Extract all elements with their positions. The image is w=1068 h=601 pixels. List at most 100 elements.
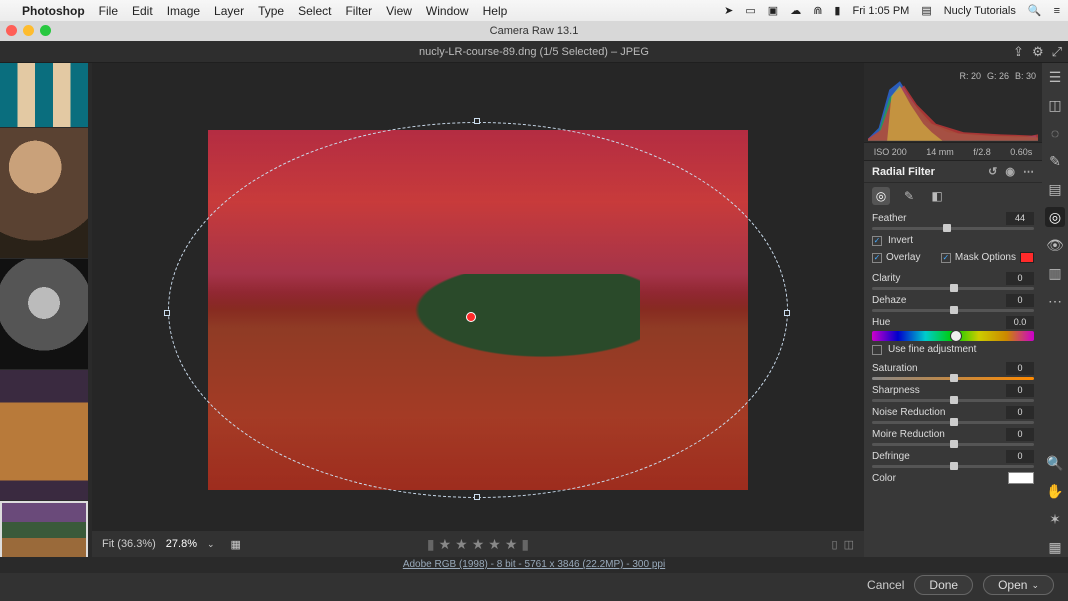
dehaze-value[interactable]: 0 xyxy=(1006,294,1034,307)
menu-view[interactable]: View xyxy=(386,4,412,18)
grid-tool-icon[interactable]: ▦ xyxy=(1045,537,1065,557)
mode-erase[interactable]: ◧ xyxy=(928,187,946,205)
feather-value[interactable]: 44 xyxy=(1006,212,1034,225)
rating-stars[interactable]: ▮ ★ ★ ★ ★ ★ ▮ xyxy=(427,536,529,553)
zoom-dropdown-icon[interactable]: ⌄ xyxy=(207,539,215,550)
brush-tool-icon[interactable]: ✎ xyxy=(1045,151,1065,171)
mode-new-radial[interactable]: ◎ xyxy=(872,187,890,205)
hand-tool-icon[interactable]: ✋ xyxy=(1045,481,1065,501)
ellipse-handle-top[interactable] xyxy=(474,118,480,124)
star-3[interactable]: ★ xyxy=(472,536,485,553)
clarity-value[interactable]: 0 xyxy=(1006,272,1034,285)
menu-edit[interactable]: Edit xyxy=(132,4,153,18)
minimize-window-button[interactable] xyxy=(23,25,34,36)
eye-tool-icon[interactable]: 👁 xyxy=(1045,235,1065,255)
compare-view-icon[interactable]: ◫ xyxy=(844,538,854,551)
thumb-5-active[interactable] xyxy=(0,501,88,557)
thumb-4[interactable] xyxy=(0,370,88,500)
star-4[interactable]: ★ xyxy=(488,536,501,553)
moire-value[interactable]: 0 xyxy=(1006,428,1034,441)
visibility-eye-icon[interactable]: ◉ xyxy=(1005,165,1015,178)
overlay-checkbox[interactable] xyxy=(872,253,882,263)
mask-options-checkbox[interactable] xyxy=(941,253,951,263)
traffic-lights[interactable] xyxy=(6,25,51,36)
feather-slider[interactable] xyxy=(872,227,1034,230)
sampler-tool-icon[interactable]: ✶ xyxy=(1045,509,1065,529)
battery-icon[interactable]: ▮ xyxy=(834,4,840,17)
share-icon[interactable]: ⇪ xyxy=(1013,41,1024,63)
open-dropdown-icon[interactable]: ⌄ xyxy=(1031,580,1039,591)
moire-slider[interactable] xyxy=(872,443,1034,446)
menu-help[interactable]: Help xyxy=(483,4,508,18)
open-button[interactable]: Open ⌄ xyxy=(983,575,1054,595)
mode-brush[interactable]: ✎ xyxy=(900,187,918,205)
star-2[interactable]: ★ xyxy=(455,536,468,553)
presets-tool-icon[interactable]: ▥ xyxy=(1045,263,1065,283)
invert-checkbox[interactable] xyxy=(872,236,882,246)
radial-filter-pin[interactable] xyxy=(466,312,476,322)
settings-gear-icon[interactable]: ⚙ xyxy=(1032,41,1044,63)
ellipse-handle-right[interactable] xyxy=(784,310,790,316)
color-label-icon[interactable]: ▮ xyxy=(521,536,529,553)
menu-extras-icon[interactable]: ≡ xyxy=(1054,5,1060,17)
star-1[interactable]: ★ xyxy=(439,536,452,553)
thumb-3[interactable] xyxy=(0,259,88,369)
edit-tool-icon[interactable]: ☰ xyxy=(1045,67,1065,87)
spotlight-icon[interactable]: 🔍 xyxy=(1028,4,1042,17)
zoom-fit-button[interactable]: Fit (36.3%) xyxy=(102,538,156,551)
noise-slider[interactable] xyxy=(872,421,1034,424)
menu-layer[interactable]: Layer xyxy=(214,4,244,18)
menu-window[interactable]: Window xyxy=(426,4,469,18)
display-icon[interactable]: ▭ xyxy=(745,4,755,17)
crop-tool-icon[interactable]: ◫ xyxy=(1045,95,1065,115)
filmstrip[interactable] xyxy=(0,63,92,557)
hue-value[interactable]: 0.0 xyxy=(1006,316,1034,329)
single-view-icon[interactable]: ▯ xyxy=(832,538,838,551)
menu-file[interactable]: File xyxy=(99,4,118,18)
radial-filter-tool-icon[interactable]: ◎ xyxy=(1045,207,1065,227)
menu-filter[interactable]: Filter xyxy=(345,4,372,18)
heal-tool-icon[interactable]: ◌ xyxy=(1045,123,1065,143)
noise-value[interactable]: 0 xyxy=(1006,406,1034,419)
location-icon[interactable]: ➤ xyxy=(724,4,733,17)
thumb-2[interactable] xyxy=(0,128,88,258)
flag-icon[interactable]: ▤ xyxy=(921,4,931,17)
menu-type[interactable]: Type xyxy=(258,4,284,18)
cc-icon[interactable]: ☁ xyxy=(790,4,801,17)
saturation-slider[interactable] xyxy=(872,377,1034,380)
menubar-account[interactable]: Nucly Tutorials xyxy=(944,5,1016,17)
defringe-value[interactable]: 0 xyxy=(1006,450,1034,463)
menubar-clock[interactable]: Fri 1:05 PM xyxy=(852,5,909,17)
histogram[interactable]: R: 20 G: 26 B: 30 xyxy=(864,63,1042,143)
menu-select[interactable]: Select xyxy=(298,4,331,18)
wifi-icon[interactable]: ⋒ xyxy=(813,4,822,17)
color-picker-swatch[interactable] xyxy=(1008,472,1034,484)
done-button[interactable]: Done xyxy=(914,575,973,595)
preview-image[interactable] xyxy=(208,130,748,490)
hue-slider[interactable] xyxy=(872,331,1034,341)
linear-grad-tool-icon[interactable]: ▤ xyxy=(1045,179,1065,199)
fine-adjust-checkbox[interactable] xyxy=(872,345,882,355)
clarity-slider[interactable] xyxy=(872,287,1034,290)
more-options-icon[interactable]: ⋯ xyxy=(1023,165,1034,178)
more-tool-icon[interactable]: ⋯ xyxy=(1045,291,1065,311)
dehaze-slider[interactable] xyxy=(872,309,1034,312)
thumb-1[interactable] xyxy=(0,63,88,127)
undo-icon[interactable]: ↺ xyxy=(988,165,997,178)
ellipse-handle-left[interactable] xyxy=(164,310,170,316)
close-window-button[interactable] xyxy=(6,25,17,36)
flag-icon-bottom[interactable]: ▮ xyxy=(427,536,435,553)
mask-color-swatch[interactable] xyxy=(1020,252,1034,263)
fullscreen-icon[interactable]: ⤢ xyxy=(1052,41,1062,63)
sharpness-slider[interactable] xyxy=(872,399,1034,402)
defringe-slider[interactable] xyxy=(872,465,1034,468)
file-metadata-link[interactable]: Adobe RGB (1998) - 8 bit - 5761 x 3846 (… xyxy=(0,557,1068,573)
zoom-percent[interactable]: 27.8% xyxy=(166,538,197,550)
menu-image[interactable]: Image xyxy=(167,4,200,18)
screen-record-icon[interactable]: ▣ xyxy=(768,4,778,17)
zoom-window-button[interactable] xyxy=(40,25,51,36)
sharpness-value[interactable]: 0 xyxy=(1006,384,1034,397)
cancel-button[interactable]: Cancel xyxy=(867,578,904,592)
ellipse-handle-bottom[interactable] xyxy=(474,494,480,500)
grid-toggle-icon[interactable]: ▦ xyxy=(231,538,241,551)
